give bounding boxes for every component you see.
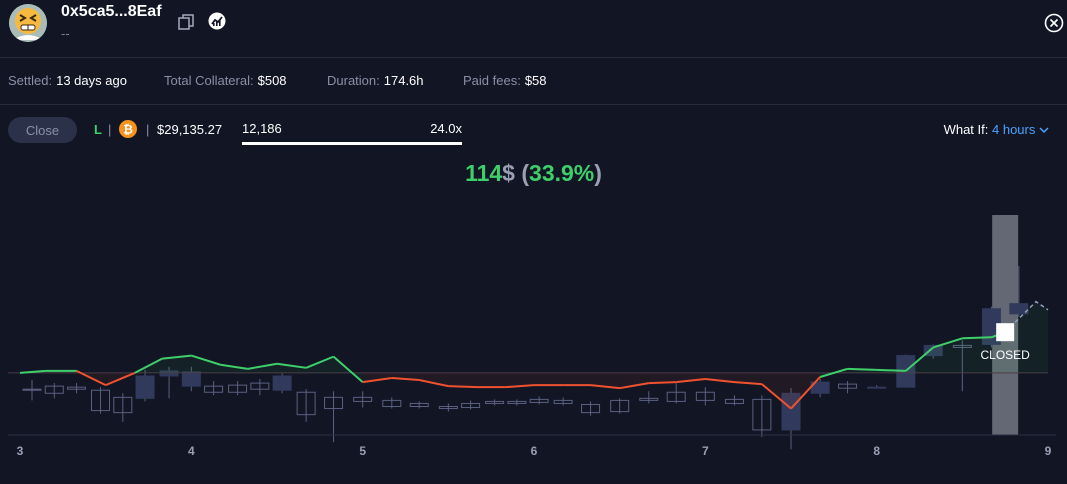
pnl-line-segment (962, 336, 992, 340)
x-tick-label: 5 (359, 444, 366, 458)
closed-marker (996, 323, 1015, 342)
stat-label: Total Collateral: (164, 73, 254, 88)
stat-label: Settled: (8, 73, 53, 88)
pnl-amount: 114 (465, 160, 503, 186)
chevron-down-icon (1039, 122, 1049, 137)
x-tick-label: 8 (873, 444, 880, 458)
candle-body (867, 386, 887, 389)
position-leverage: 24.0x (430, 121, 462, 136)
what-if-label: What If: (943, 122, 989, 137)
svg-text:₿: ₿ (123, 123, 133, 137)
pnl-paren-open: ( (514, 160, 530, 186)
x-tick-label: 9 (1045, 444, 1052, 458)
asset-price: $29,135.27 (157, 122, 223, 137)
pnl-percent: 33.9% (529, 160, 595, 186)
stat-label: Paid fees: (463, 73, 521, 88)
separator: | (108, 122, 112, 137)
stat-paid-fees: Paid fees: $58 (463, 73, 547, 88)
x-tick-label: 3 (17, 444, 24, 458)
pnl-line-segment (648, 381, 677, 385)
pnl-area (563, 372, 591, 386)
candle-body (181, 371, 201, 387)
stat-value: $508 (257, 73, 287, 88)
pnl-area (477, 372, 505, 388)
pnl-line-segment (448, 385, 478, 389)
stat-value: 174.6h (383, 73, 424, 88)
pnl-chart: CLOSED 3 4 5 6 7 8 9 (8, 215, 1056, 458)
size-leverage-bar: 12,186 24.0x (242, 118, 462, 145)
position-size: 12,186 (242, 121, 282, 136)
stat-settled: Settled: 13 days ago (8, 73, 127, 88)
close-position-button[interactable]: Close (8, 117, 77, 143)
pnl-line-segment (876, 368, 906, 372)
pnl-display: 114$ (33.9%) (0, 160, 1067, 187)
x-tick-label: 4 (188, 444, 195, 458)
what-if-value: 4 hours (992, 122, 1036, 137)
stat-duration: Duration: 174.6h (327, 73, 424, 88)
chart-link-icon[interactable] (208, 12, 226, 30)
bitcoin-icon: ₿ (119, 120, 137, 138)
stat-total-collateral: Total Collateral: $508 (164, 73, 287, 88)
x-tick-label: 7 (702, 444, 709, 458)
position-controls: Close L | ₿ | $29,135.27 12,186 24.0x Wh… (0, 105, 1067, 155)
pnl-currency: $ (502, 160, 515, 186)
stat-value: $58 (524, 73, 547, 88)
stat-label: Duration: (327, 73, 380, 88)
x-tick-label: 6 (531, 444, 538, 458)
pnl-line-segment (847, 367, 877, 371)
grimace-emoji-avatar-icon (9, 4, 47, 42)
pnl-area (419, 372, 449, 387)
wallet-subtitle: -- (61, 26, 70, 41)
candle-body (272, 375, 292, 391)
pnl-paren-close: ) (594, 160, 602, 186)
stat-value: 13 days ago (56, 73, 127, 88)
pnl-area (448, 372, 478, 388)
pnl-area (761, 372, 791, 409)
separator: | (146, 122, 150, 137)
copy-icon[interactable] (178, 14, 194, 30)
close-icon[interactable] (1044, 13, 1064, 33)
candle-body (135, 375, 155, 399)
pnl-area (534, 372, 564, 386)
wallet-address: 0x5ca5...8Eaf (61, 3, 162, 20)
what-if-dropdown[interactable]: What If: 4 hours (944, 122, 1049, 137)
position-header: 0x5ca5...8Eaf -- (0, 0, 1067, 58)
position-side-long: L (94, 122, 102, 137)
position-stats: Settled: 13 days ago Total Collateral: $50… (0, 58, 1067, 105)
closed-label: CLOSED (980, 348, 1030, 362)
